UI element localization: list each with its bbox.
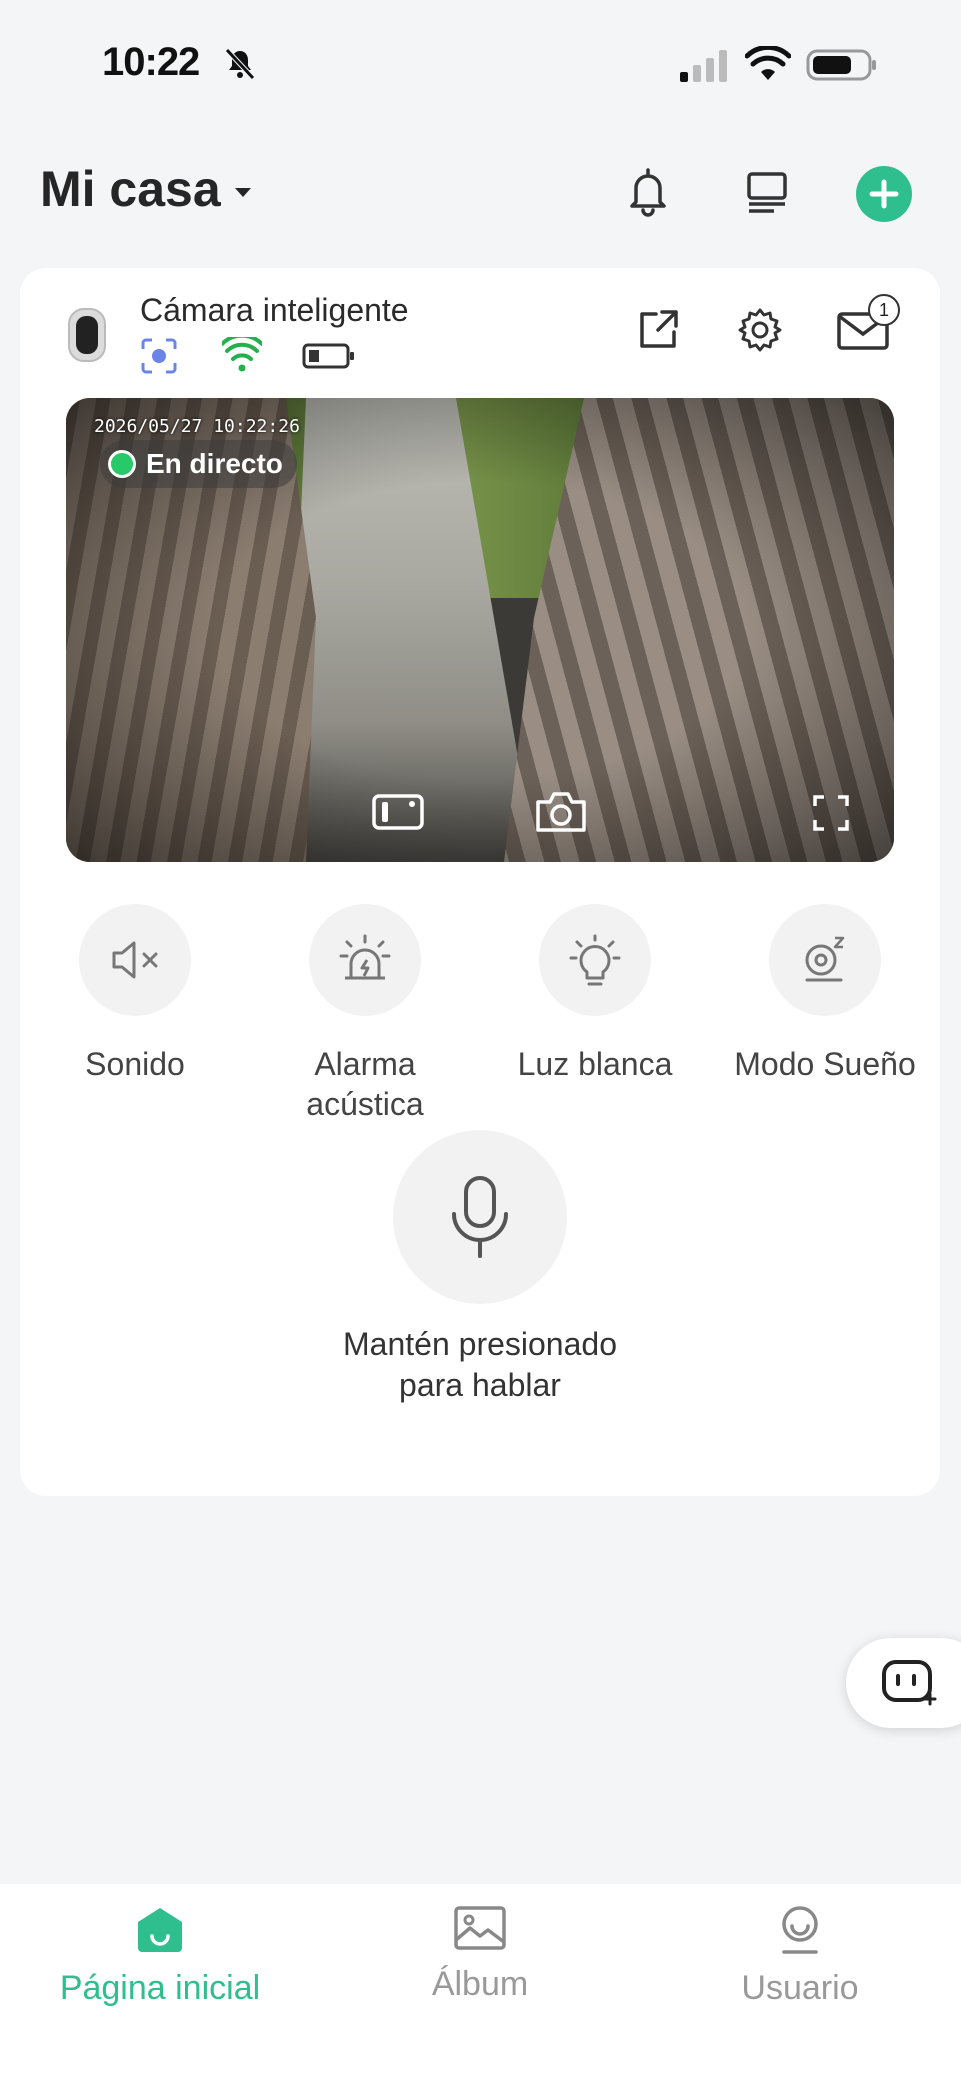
robot-assistant-icon <box>882 1660 937 1706</box>
live-indicator: En directo <box>100 440 297 488</box>
talk-button[interactable] <box>393 1130 567 1304</box>
notifications-bell-icon[interactable] <box>624 166 672 218</box>
white-light-control[interactable]: Luz blanca <box>489 904 701 1084</box>
nav-home[interactable]: Página inicial <box>0 1904 320 2008</box>
nav-label-user: Usuario <box>741 1969 859 2007</box>
siren-icon <box>339 934 391 980</box>
nav-album[interactable]: Álbum <box>320 1904 640 2004</box>
live-label: En directo <box>146 448 283 479</box>
fullscreen-icon[interactable] <box>812 794 850 832</box>
plus-icon <box>869 179 899 209</box>
wifi-icon <box>745 46 791 80</box>
acoustic-alarm-control[interactable]: Alarma acústica <box>259 904 471 1124</box>
message-count-badge: 1 <box>868 294 900 326</box>
ai-detection-icon <box>141 338 177 374</box>
sleep-mode-control[interactable]: Modo Sueño <box>719 904 931 1084</box>
device-list-icon[interactable] <box>744 170 790 216</box>
device-battery-icon <box>302 343 354 369</box>
sound-control[interactable]: Sonido <box>29 904 241 1084</box>
push-to-talk[interactable]: Mantén presionado para hablar <box>330 1130 630 1406</box>
camera-thumbnail[interactable] <box>68 308 106 362</box>
nav-label-album: Álbum <box>431 1965 529 2003</box>
sleep-mode-icon <box>805 936 845 982</box>
cellular-signal-icon <box>680 50 727 82</box>
video-timestamp: 2026/05/27 10:22:26 <box>94 416 300 437</box>
nav-label-home: Página inicial <box>59 1969 261 2007</box>
record-video-icon[interactable] <box>370 790 426 834</box>
control-label: Sonido <box>85 1046 185 1082</box>
talk-label: Mantén presionado para hablar <box>343 1326 617 1403</box>
wifi-strength-icon <box>222 337 262 372</box>
album-icon <box>454 1906 506 1950</box>
bottom-navigation: Página inicial Álbum Usuario <box>0 1884 961 2082</box>
live-status-dot <box>108 450 136 478</box>
live-video-feed[interactable]: 2026/05/27 10:22:26 En directo <box>66 398 894 862</box>
control-label: Alarma acústica <box>306 1046 424 1122</box>
device-name[interactable]: Cámara inteligente <box>140 292 409 329</box>
home-icon <box>138 1908 182 1952</box>
status-time: 10:22 <box>102 40 200 84</box>
speaker-muted-icon <box>112 941 158 979</box>
snapshot-camera-icon[interactable] <box>534 788 588 834</box>
battery-icon <box>806 49 876 81</box>
nav-user[interactable]: Usuario <box>640 1904 960 2008</box>
user-icon <box>782 1906 818 1954</box>
silent-mode-icon <box>225 48 255 80</box>
add-device-button[interactable] <box>856 166 912 222</box>
microphone-icon <box>452 1176 508 1258</box>
control-label: Luz blanca <box>517 1046 673 1082</box>
home-selector[interactable]: Mi casa <box>40 160 251 218</box>
home-name: Mi casa <box>40 161 221 217</box>
light-bulb-icon <box>569 934 621 986</box>
control-label: Modo Sueño <box>734 1046 916 1082</box>
caret-down-icon <box>234 187 251 197</box>
assistant-floating-button[interactable] <box>846 1638 961 1728</box>
settings-gear-icon[interactable] <box>736 306 784 354</box>
share-icon[interactable] <box>636 308 680 352</box>
